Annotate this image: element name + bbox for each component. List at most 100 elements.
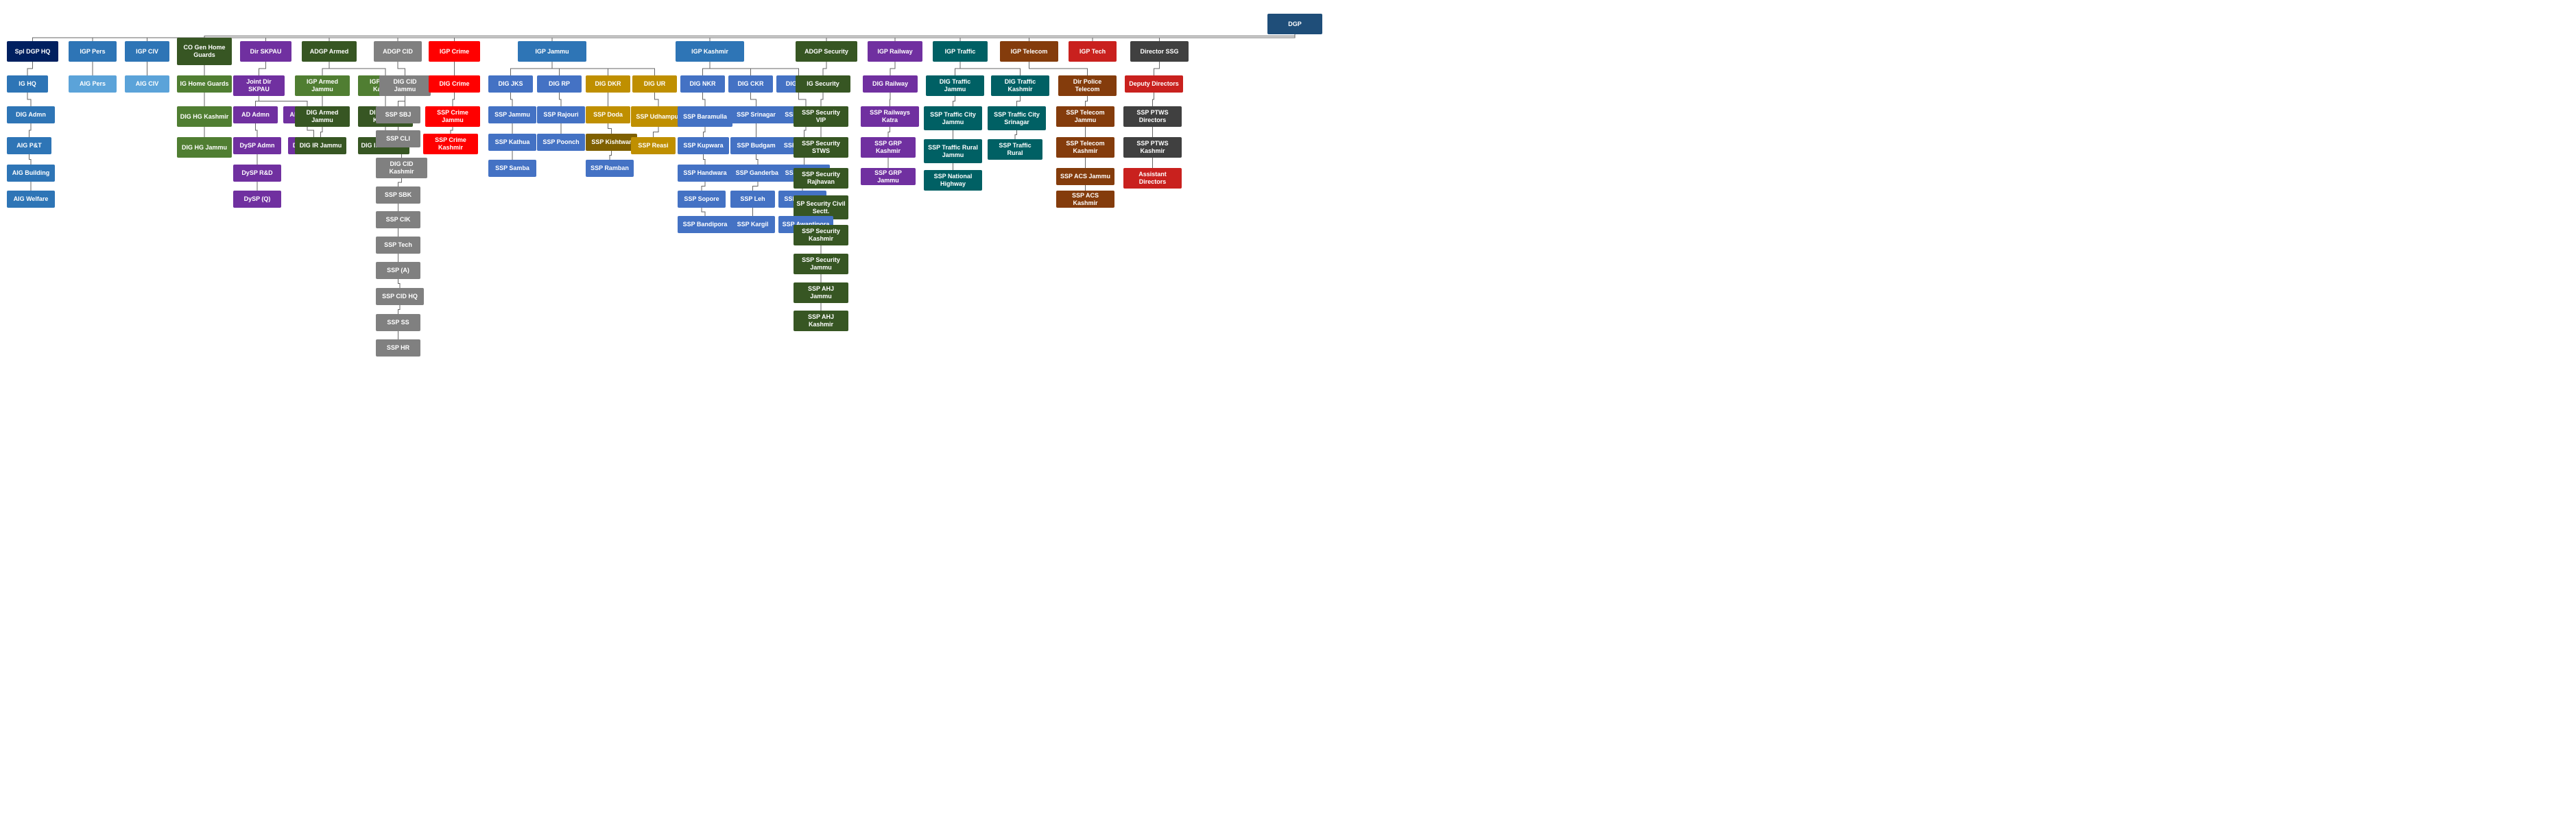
node-ssp_a[interactable]: SSP (A) — [376, 262, 420, 279]
node-dig_ur[interactable]: DIG UR — [632, 75, 677, 93]
node-aig_pers[interactable]: AIG Pers — [69, 75, 117, 93]
node-ssp_traffic_rural_jammu[interactable]: SSP Traffic Rural Jammu — [924, 139, 982, 163]
node-dig_cid_jammu[interactable]: DIG CID Jammu — [379, 75, 431, 96]
node-dir_skpau[interactable]: Dir SKPAU — [240, 41, 291, 62]
node-dig_crime[interactable]: DIG Crime — [429, 75, 480, 93]
node-adgp_security[interactable]: ADGP Security — [796, 41, 857, 62]
node-ssp_ahj_kashmir[interactable]: SSP AHJ Kashmir — [794, 311, 848, 331]
node-dig_ir_jammu[interactable]: DIG IR Jammu — [295, 137, 346, 154]
node-dig_rp[interactable]: DIG RP — [537, 75, 582, 93]
node-ssp_kishtwar[interactable]: SSP Kishtwar — [586, 134, 637, 151]
node-ssp_ganderbal[interactable]: SSP Ganderbal — [730, 165, 785, 182]
node-adgp_cid[interactable]: ADGP CID — [374, 41, 422, 62]
node-ssp_telecom_kashmir[interactable]: SSP Telecom Kashmir — [1056, 137, 1114, 158]
node-deputy_directors[interactable]: Deputy Directors — [1125, 75, 1183, 93]
node-dysp_q[interactable]: DySP (Q) — [233, 191, 281, 208]
node-dysp_rnd[interactable]: DySP R&D — [233, 165, 281, 182]
node-igp_crime[interactable]: IGP Crime — [429, 41, 480, 62]
node-ssp_ptws_directors[interactable]: SSP PTWS Directors — [1123, 106, 1182, 127]
node-aig_welfare[interactable]: AIG Welfare — [7, 191, 55, 208]
node-dir_police_telecom[interactable]: Dir Police Telecom — [1058, 75, 1117, 96]
node-ssp_railways_katra[interactable]: SSP Railways Katra — [861, 106, 919, 127]
node-ssp_grp_jammu[interactable]: SSP GRP Jammu — [861, 168, 916, 185]
node-dig_jks[interactable]: DIG JKS — [488, 75, 533, 93]
node-ssp_budgam[interactable]: SSP Budgam — [730, 137, 782, 154]
node-dig_dkr[interactable]: DIG DKR — [586, 75, 630, 93]
node-dig_admn[interactable]: DIG Admn — [7, 106, 55, 123]
node-ssp_security_jammu[interactable]: SSP Security Jammu — [794, 254, 848, 274]
node-ad_admn[interactable]: AD Admn — [233, 106, 278, 123]
node-ssp_traffic_rural[interactable]: SSP Traffic Rural — [988, 139, 1042, 160]
node-dig_nkr[interactable]: DIG NKR — [680, 75, 725, 93]
node-ssp_tech[interactable]: SSP Tech — [376, 237, 420, 254]
node-ssp_national_highway[interactable]: SSP National Highway — [924, 170, 982, 191]
node-ssp_ptws_kashmir[interactable]: SSP PTWS Kashmir — [1123, 137, 1182, 158]
node-assistant_directors[interactable]: Assistant Directors — [1123, 168, 1182, 189]
node-ssp_traffic_city_jammu[interactable]: SSP Traffic City Jammu — [924, 106, 982, 130]
node-igp_traffic[interactable]: IGP Traffic — [933, 41, 988, 62]
node-dig_traffic_jammu[interactable]: DIG Traffic Jammu — [926, 75, 984, 96]
node-joint_dir_skpau[interactable]: Joint Dir SKPAU — [233, 75, 285, 96]
node-igp_kashmir[interactable]: IGP Kashmir — [676, 41, 744, 62]
node-ig_home_guards[interactable]: IG Home Guards — [177, 75, 232, 93]
node-co_gen_home_guards[interactable]: CO Gen Home Guards — [177, 38, 232, 65]
node-dgp[interactable]: DGP — [1267, 14, 1322, 34]
node-ssp_traffic_city_srinagar[interactable]: SSP Traffic City Srinagar — [988, 106, 1046, 130]
node-ssp_bandipora[interactable]: SSP Bandipora — [678, 216, 732, 233]
node-ssp_security_kashmir[interactable]: SSP Security Kashmir — [794, 225, 848, 245]
node-ig_security[interactable]: IG Security — [796, 75, 850, 93]
node-ssp_acs_jammu[interactable]: SSP ACS Jammu — [1056, 168, 1114, 185]
node-ssp_ramban[interactable]: SSP Ramban — [586, 160, 634, 177]
node-spl_dgp_hq[interactable]: Spl DGP HQ — [7, 41, 58, 62]
node-igp_jammu[interactable]: IGP Jammu — [518, 41, 586, 62]
node-ssp_ss[interactable]: SSP SS — [376, 314, 420, 331]
node-ssp_crime_kashmir[interactable]: SSP Crime Kashmir — [423, 134, 478, 154]
node-aig_pnt[interactable]: AIG P&T — [7, 137, 51, 154]
node-ssp_doda[interactable]: SSP Doda — [586, 106, 630, 123]
node-dig_hg_jammu[interactable]: DIG HG Jammu — [177, 137, 232, 158]
node-ssp_sopore[interactable]: SSP Sopore — [678, 191, 726, 208]
node-igp_tech[interactable]: IGP Tech — [1069, 41, 1117, 62]
node-ssp_sbj[interactable]: SSP SBJ — [376, 106, 420, 123]
node-ssp_kathua[interactable]: SSP Kathua — [488, 134, 536, 151]
node-ssp_security_rajhavan[interactable]: SSP Security Rajhavan — [794, 168, 848, 189]
node-ssp_baramulla[interactable]: SSP Baramulla — [678, 106, 732, 127]
node-ssp_reasi[interactable]: SSP Reasi — [631, 137, 676, 154]
node-igp_civ[interactable]: IGP CIV — [125, 41, 169, 62]
node-igp_pers[interactable]: IGP Pers — [69, 41, 117, 62]
node-ssp_ahj_jammu[interactable]: SSP AHJ Jammu — [794, 282, 848, 303]
node-aig_civ[interactable]: AIG CIV — [125, 75, 169, 93]
node-ssp_sbk[interactable]: SSP SBK — [376, 186, 420, 204]
node-aig_building[interactable]: AIG Building — [7, 165, 55, 182]
node-dig_traffic_kashmir[interactable]: DIG Traffic Kashmir — [991, 75, 1049, 96]
node-ssp_leh[interactable]: SSP Leh — [730, 191, 775, 208]
node-ssp_acs_kashmir[interactable]: SSP ACS Kashmir — [1056, 191, 1114, 208]
node-dysp_admn[interactable]: DySP Admn — [233, 137, 281, 154]
node-ssp_jammu[interactable]: SSP Jammu — [488, 106, 536, 123]
node-ssp_cik[interactable]: SSP CIK — [376, 211, 420, 228]
node-ig_hq[interactable]: IG HQ — [7, 75, 48, 93]
node-ssp_cli[interactable]: SSP CLI — [376, 130, 420, 147]
node-dig_hg_kashmir[interactable]: DIG HG Kashmir — [177, 106, 232, 127]
node-ssp_kargil[interactable]: SSP Kargil — [730, 216, 775, 233]
node-ssp_srinagar[interactable]: SSP Srinagar — [730, 106, 782, 123]
node-igp_telecom[interactable]: IGP Telecom — [1000, 41, 1058, 62]
node-ssp_grp_kashmir[interactable]: SSP GRP Kashmir — [861, 137, 916, 158]
node-dig_armed_jammu[interactable]: DIG Armed Jammu — [295, 106, 350, 127]
node-ssp_samba[interactable]: SSP Samba — [488, 160, 536, 177]
node-dig_cid_kashmir[interactable]: DIG CID Kashmir — [376, 158, 427, 178]
node-ssp_hr[interactable]: SSP HR — [376, 339, 420, 357]
node-dig_railway[interactable]: DIG Railway — [863, 75, 918, 93]
node-ssp_cid_hq[interactable]: SSP CID HQ — [376, 288, 424, 305]
node-ssp_handwara[interactable]: SSP Handwara — [678, 165, 732, 182]
node-ssp_telecom_jammu[interactable]: SSP Telecom Jammu — [1056, 106, 1114, 127]
node-ssp_rajouri[interactable]: SSP Rajouri — [537, 106, 585, 123]
node-ssp_crime_jammu[interactable]: SSP Crime Jammu — [425, 106, 480, 127]
node-ssp_kupwara[interactable]: SSP Kupwara — [678, 137, 729, 154]
node-dig_ckr[interactable]: DIG CKR — [728, 75, 773, 93]
node-ssp_security_vip[interactable]: SSP Security VIP — [794, 106, 848, 127]
node-ssp_security_stws[interactable]: SSP Security STWS — [794, 137, 848, 158]
node-director_ssg[interactable]: Director SSG — [1130, 41, 1189, 62]
node-igp_railway[interactable]: IGP Railway — [868, 41, 922, 62]
node-igp_armed_jammu[interactable]: IGP Armed Jammu — [295, 75, 350, 96]
